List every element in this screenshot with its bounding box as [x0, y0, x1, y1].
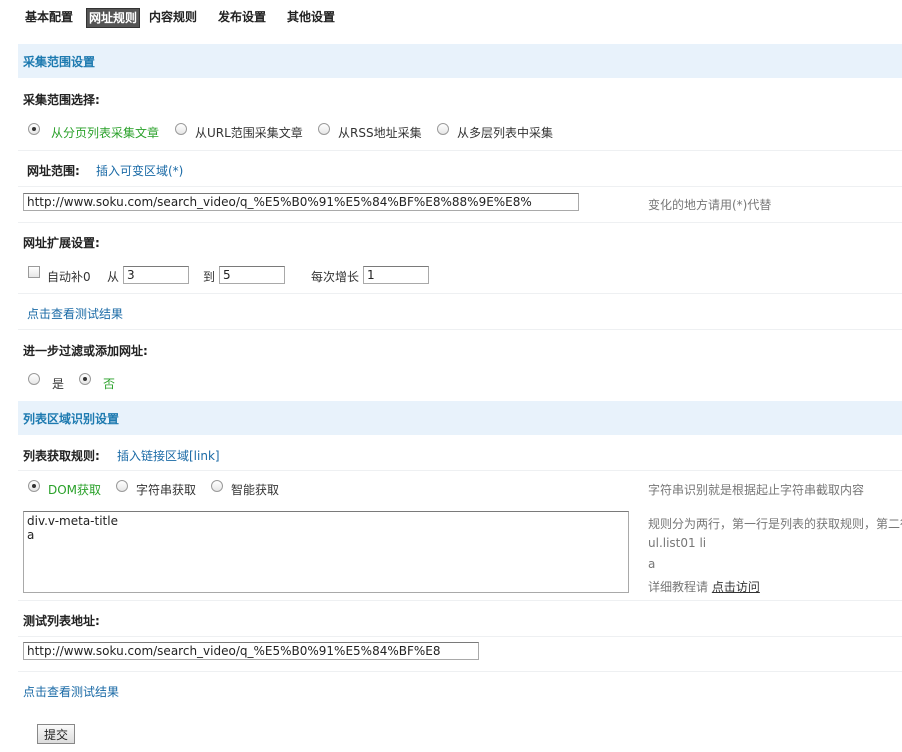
insert-link-area[interactable]: 插入链接区域[link]: [117, 447, 220, 464]
help-prefix: 详细教程请: [648, 580, 709, 594]
radio-filter-yes[interactable]: [28, 373, 40, 385]
divider: [18, 636, 902, 637]
radio-string-label[interactable]: 字符串获取: [136, 481, 196, 498]
test-list-input[interactable]: [23, 642, 479, 660]
string-hint: 字符串识别就是根据起止字符串截取内容: [648, 483, 865, 497]
radio-smart-label[interactable]: 智能获取: [231, 481, 279, 498]
from-label: 从: [107, 270, 120, 284]
url-ext-label: 网址扩展设置:: [23, 236, 100, 250]
tab-publish-settings[interactable]: 发布设置: [216, 8, 268, 26]
divider: [18, 329, 902, 330]
to-input[interactable]: [219, 266, 285, 284]
list-rule-textarea[interactable]: div.v-meta-title a: [23, 511, 629, 593]
help-tutorial: 详细教程请 点击访问: [648, 578, 760, 595]
radio-smart[interactable]: [211, 480, 223, 492]
divider: [18, 600, 902, 601]
divider: [18, 186, 902, 187]
from-input[interactable]: [123, 266, 189, 284]
range-section-header: 采集范围设置: [18, 44, 902, 78]
radio-filter-yes-label[interactable]: 是: [52, 375, 64, 392]
url-range-input[interactable]: [23, 193, 579, 211]
url-test-result-link[interactable]: 点击查看测试结果: [27, 305, 123, 322]
divider: [18, 222, 902, 223]
list-section-header: 列表区域识别设置: [18, 401, 902, 435]
list-test-result-link[interactable]: 点击查看测试结果: [23, 683, 119, 700]
radio-rss[interactable]: [318, 123, 330, 135]
divider: [18, 671, 902, 672]
tab-url-rules[interactable]: 网址规则: [86, 8, 141, 28]
divider: [18, 470, 902, 471]
radio-multi-list[interactable]: [437, 123, 449, 135]
radio-paged-list-label[interactable]: 从分页列表采集文章: [51, 124, 159, 141]
help-line-3: a: [648, 557, 656, 571]
to-label: 到: [203, 270, 216, 284]
list-rule-label: 列表获取规则:: [23, 449, 100, 463]
radio-filter-no-label[interactable]: 否: [103, 375, 115, 392]
auto-pad-checkbox[interactable]: [28, 266, 40, 278]
auto-pad-label: 自动补0: [47, 270, 91, 284]
range-section-title: 采集范围设置: [23, 55, 96, 69]
radio-url-range[interactable]: [175, 123, 187, 135]
test-list-label: 测试列表地址:: [23, 614, 100, 628]
tab-basic-config[interactable]: 基本配置: [23, 8, 75, 26]
help-line-2: ul.list01 li: [648, 536, 707, 550]
step-input[interactable]: [363, 266, 429, 284]
radio-paged-list[interactable]: [28, 123, 40, 135]
range-choose-label: 采集范围选择:: [23, 93, 100, 107]
url-range-hint: 变化的地方请用(*)代替: [648, 198, 772, 212]
radio-string[interactable]: [116, 480, 128, 492]
radio-multi-list-label[interactable]: 从多层列表中采集: [457, 124, 553, 141]
tab-bar: 基本配置 网址规则 内容规则 发布设置 其他设置: [0, 0, 902, 34]
insert-variable-link[interactable]: 插入可变区域(*): [96, 162, 183, 179]
url-range-label: 网址范围:: [27, 164, 80, 178]
divider: [18, 293, 902, 294]
help-visit-link[interactable]: 点击访问: [712, 580, 760, 594]
tab-content-rules[interactable]: 内容规则: [147, 8, 199, 26]
list-section-title: 列表区域识别设置: [23, 412, 120, 426]
tab-other-settings[interactable]: 其他设置: [285, 8, 337, 26]
radio-rss-label[interactable]: 从RSS地址采集: [338, 124, 422, 141]
radio-dom-label[interactable]: DOM获取: [48, 481, 101, 498]
radio-url-range-label[interactable]: 从URL范围采集文章: [195, 124, 303, 141]
divider: [18, 150, 902, 151]
radio-dom[interactable]: [28, 480, 40, 492]
step-label: 每次增长: [311, 270, 360, 284]
filter-label: 进一步过滤或添加网址:: [23, 344, 148, 358]
radio-filter-no[interactable]: [79, 373, 91, 385]
help-line-1: 规则分为两行，第一行是列表的获取规则，第二行是: [648, 517, 902, 531]
submit-button[interactable]: 提交: [37, 724, 76, 744]
